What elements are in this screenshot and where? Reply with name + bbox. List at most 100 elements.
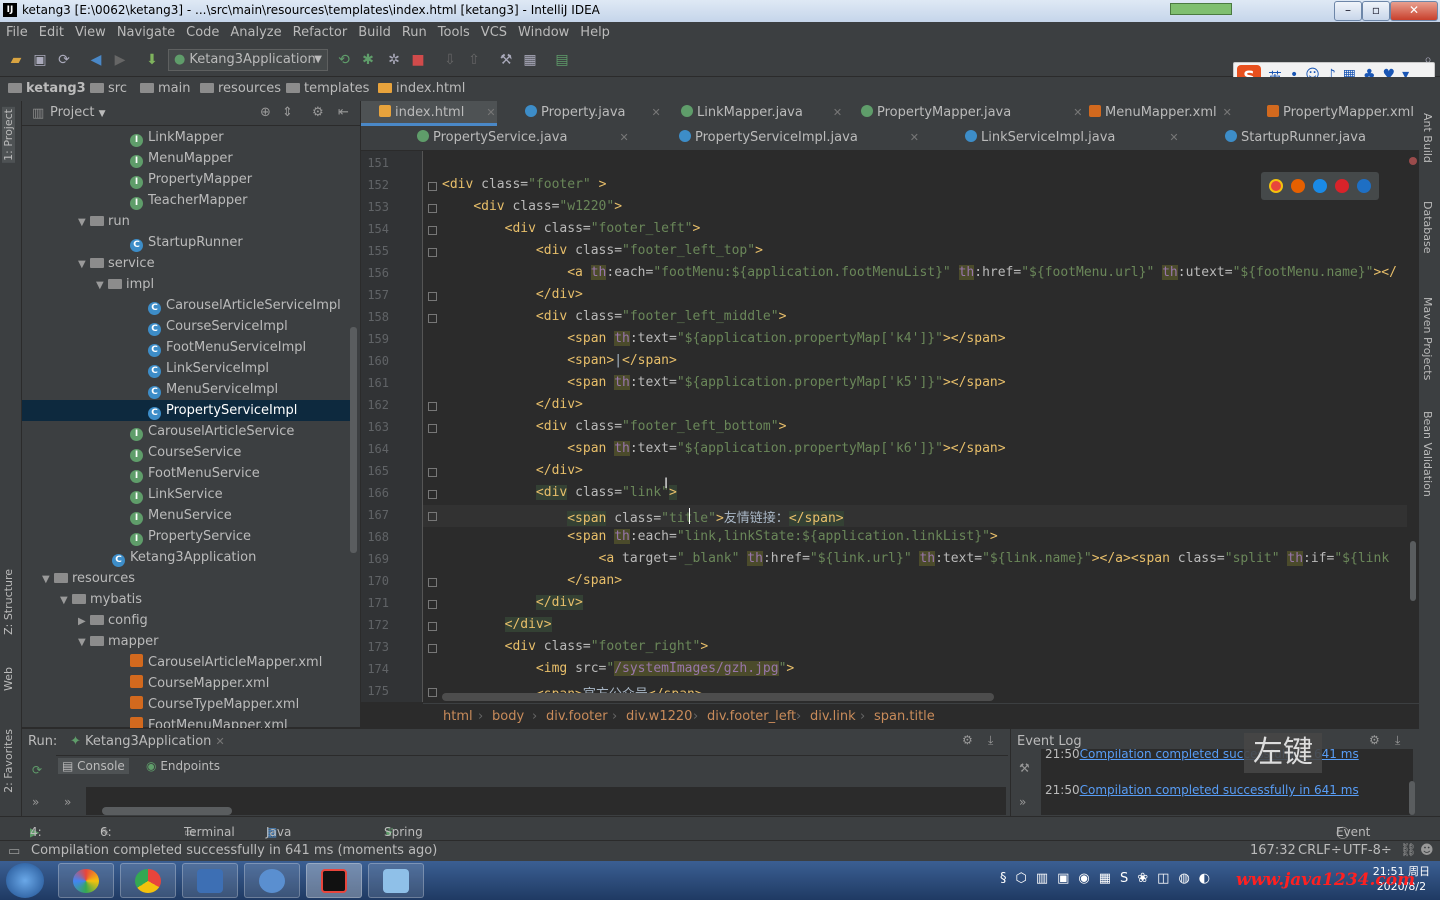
tree-file[interactable]: CourseTypeMapper.xml	[130, 694, 299, 715]
editor-scroll-thumb[interactable]	[1410, 541, 1416, 601]
tree-file[interactable]: I TeacherMapper	[130, 190, 247, 211]
project-tool-tab[interactable]: 1: Project	[2, 107, 15, 163]
opera-icon[interactable]	[1335, 179, 1349, 193]
web-tool-tab[interactable]: Web	[2, 667, 15, 691]
fold-marker-icon[interactable]	[428, 424, 437, 433]
breadcrumb-item[interactable]: div.footer	[546, 709, 608, 724]
fold-marker-icon[interactable]	[428, 248, 437, 257]
run-settings-icon[interactable]: ⚙	[962, 733, 973, 747]
tree-file[interactable]: I MenuMapper	[130, 148, 233, 169]
code-line[interactable]: <div class="link">	[442, 485, 677, 500]
expand-arrow-icon[interactable]: ▼	[60, 590, 72, 611]
close-tab-icon[interactable]: ✕	[619, 131, 628, 144]
code-line[interactable]: <div class="footer_left_top">	[442, 243, 763, 258]
fold-marker-icon[interactable]	[428, 688, 437, 697]
code-line[interactable]: <div class="footer_left_middle">	[442, 309, 786, 324]
menu-build[interactable]: Build	[352, 22, 396, 40]
lock-icon[interactable]: ⛓	[1400, 843, 1417, 858]
editor-tab[interactable]: LinkServiceImpl.java ✕	[965, 130, 1179, 145]
fold-marker-icon[interactable]	[428, 600, 437, 609]
tree-file[interactable]: C CourseServiceImpl	[148, 316, 288, 337]
breadcrumb-item[interactable]: div.footer_left	[707, 709, 796, 724]
code-line[interactable]: <span th:text="${application.propertyMap…	[442, 441, 1006, 456]
tree-folder[interactable]: ▶ config	[78, 610, 148, 631]
nav-crumb-file[interactable]: index.html	[378, 81, 465, 96]
editor-tab[interactable]: PropertyServiceImpl.java ✕	[679, 130, 919, 145]
event-log-settings-icon[interactable]: ⚙	[1369, 733, 1380, 747]
close-tab-icon[interactable]: ✕	[1169, 131, 1178, 144]
expand-arrow-icon[interactable]: ▼	[78, 632, 90, 653]
console-hscroll[interactable]	[102, 807, 232, 815]
back-icon[interactable]: ◀	[88, 52, 104, 68]
event-log-link[interactable]: Compilation completed successfully in 64…	[1080, 783, 1359, 797]
minimize-button[interactable]: –	[1334, 1, 1362, 21]
rerun-panel-icon[interactable]: ⟳	[32, 763, 42, 777]
code-line[interactable]: <span th:text="${application.propertyMap…	[442, 375, 1006, 390]
file-encoding[interactable]: UTF-8÷	[1343, 843, 1392, 858]
horizontal-scrollbar[interactable]	[442, 693, 994, 701]
rerun-icon[interactable]: ⟲	[336, 52, 352, 68]
code-line[interactable]: <a th:each="footMenu:${application.footM…	[442, 265, 1397, 280]
caret-position[interactable]: 167:32	[1250, 843, 1296, 858]
tree-folder[interactable]: ▼ resources	[42, 568, 135, 589]
close-button[interactable]: ✕	[1390, 1, 1438, 21]
tree-file[interactable]: I FootMenuService	[130, 463, 260, 484]
nav-crumb-src[interactable]: src	[90, 81, 127, 96]
breadcrumb-item[interactable]: div.w1220	[626, 709, 692, 724]
tree-file[interactable]: C MenuServiceImpl	[148, 379, 278, 400]
code-line[interactable]: </span>	[442, 573, 622, 588]
nav-crumb-resources[interactable]: resources	[200, 81, 281, 96]
run-config-tab[interactable]: ✦ Ketang3Application ✕	[70, 734, 225, 749]
run-config-select[interactable]: ● Ketang3Application ▼	[168, 49, 328, 71]
taskbar-app-notes[interactable]	[368, 863, 424, 898]
close-tab-icon[interactable]: ✕	[910, 131, 919, 144]
nav-crumb-templates[interactable]: templates	[286, 81, 369, 96]
code-line[interactable]: <div class="footer_left_bottom">	[442, 419, 786, 434]
event-log-tools-icon[interactable]: ⚒	[1019, 761, 1030, 775]
fold-marker-icon[interactable]	[428, 644, 437, 653]
fold-marker-icon[interactable]	[428, 490, 437, 499]
expand-panel-icon[interactable]: »	[32, 795, 39, 809]
fold-marker-icon[interactable]	[428, 204, 437, 213]
close-tab-icon[interactable]: ✕	[1223, 106, 1232, 119]
database-tool-tab[interactable]: Database	[1421, 201, 1434, 254]
locate-icon[interactable]: ⊕	[260, 105, 271, 120]
status-toggle-icon[interactable]: ▭	[8, 844, 20, 859]
save-icon[interactable]: ▣	[32, 52, 48, 68]
tree-file[interactable]: I CarouselArticleService	[130, 421, 294, 442]
editor-tab[interactable]: index.html ✕	[379, 105, 496, 120]
project-view-select[interactable]: Project ▼	[50, 105, 106, 120]
editor-scrollbar[interactable]	[1407, 151, 1419, 702]
forward-icon[interactable]: ▶	[112, 52, 128, 68]
breadcrumb-item[interactable]: div.link	[810, 709, 856, 724]
system-tray-icons[interactable]: §⬡▥▣◉▦S❀◫◍◐	[1000, 871, 1230, 889]
tree-file[interactable]: C Ketang3Application	[112, 547, 256, 568]
maven-tool-tab[interactable]: Maven Projects	[1421, 297, 1434, 380]
fold-marker-icon[interactable]	[428, 292, 437, 301]
menu-refactor[interactable]: Refactor	[287, 22, 353, 40]
project-structure-icon[interactable]: ▦	[522, 52, 538, 68]
code-line[interactable]: <div class="w1220">	[442, 199, 622, 214]
code-line[interactable]: <div class="footer_right">	[442, 639, 709, 654]
tree-folder[interactable]: ▼ mapper	[78, 631, 158, 652]
collapse-all-icon[interactable]: ⇕	[282, 105, 293, 120]
taskbar-app-intellij[interactable]	[306, 863, 362, 898]
editor-tab[interactable]: PropertyMapper.java ✕	[861, 105, 1082, 120]
tree-file[interactable]: CourseMapper.xml	[130, 673, 269, 694]
breadcrumb-item[interactable]: body	[492, 709, 524, 724]
code-line[interactable]: <div class="footer_left">	[442, 221, 701, 236]
nav-crumb-main[interactable]: main	[140, 81, 190, 96]
close-tab-icon[interactable]: ✕	[652, 106, 661, 119]
open-folder-icon[interactable]: ▰	[8, 52, 24, 68]
firefox-icon[interactable]	[1291, 179, 1305, 193]
endpoints-tab[interactable]: ◉ Endpoints	[146, 759, 220, 773]
code-line[interactable]: </div>	[442, 397, 583, 412]
run-hide-icon[interactable]: ⤓	[988, 733, 993, 748]
breadcrumb-item[interactable]: html	[443, 709, 473, 724]
expand-console-icon[interactable]: »	[64, 795, 71, 809]
settings-icon[interactable]: ⚒	[498, 52, 514, 68]
expand-arrow-icon[interactable]: ▼	[78, 212, 90, 233]
code-line[interactable]: </div>	[442, 617, 552, 632]
code-line[interactable]: <span class="title">友情链接：</span>	[442, 507, 844, 526]
structure-tool-tab[interactable]: Z: Structure	[2, 569, 15, 635]
